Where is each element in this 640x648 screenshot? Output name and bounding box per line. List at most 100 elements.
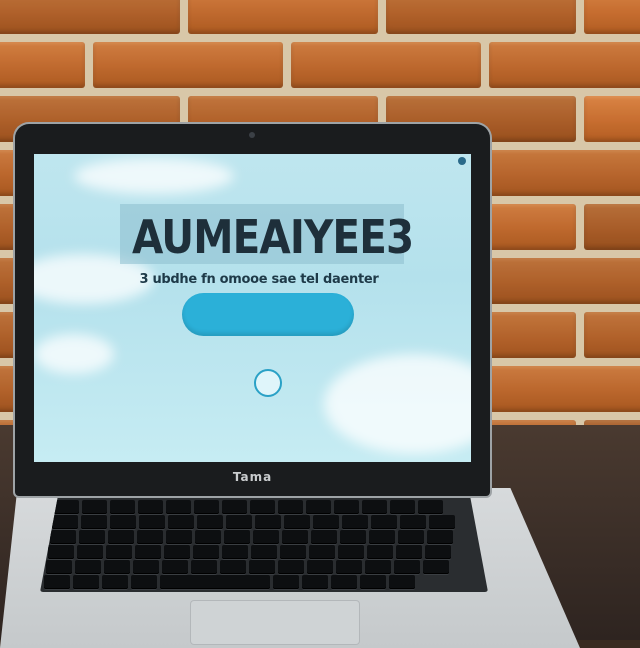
keyboard-key[interactable]	[250, 500, 275, 514]
keyboard-key[interactable]	[398, 530, 424, 544]
keyboard-key[interactable]	[197, 515, 223, 529]
keyboard-key[interactable]	[226, 515, 252, 529]
keyboard-key[interactable]	[284, 515, 310, 529]
keyboard-key[interactable]	[102, 575, 128, 589]
keyboard-key[interactable]	[255, 515, 281, 529]
keyboard-key[interactable]	[360, 575, 386, 589]
profile-icon[interactable]	[458, 157, 466, 165]
keyboard-key[interactable]	[390, 500, 415, 514]
keyboard-key[interactable]	[253, 530, 279, 544]
keyboard-key[interactable]	[162, 560, 188, 574]
brick	[584, 96, 640, 142]
keyboard-key[interactable]	[75, 560, 101, 574]
keyboard-key[interactable]	[389, 575, 415, 589]
keyboard-key[interactable]	[429, 515, 455, 529]
brick	[291, 42, 481, 88]
keyboard-key[interactable]	[340, 530, 366, 544]
keyboard-key[interactable]	[251, 545, 277, 559]
keyboard-key[interactable]	[309, 545, 335, 559]
keyboard-key[interactable]	[362, 500, 387, 514]
brick	[584, 0, 640, 34]
keyboard-key[interactable]	[220, 560, 246, 574]
keyboard-key[interactable]	[273, 575, 299, 589]
keyboard-key[interactable]	[280, 545, 306, 559]
keyboard-key[interactable]	[249, 560, 275, 574]
keyboard-key[interactable]	[77, 545, 103, 559]
brand-label: Tama	[15, 470, 490, 484]
keyboard-key[interactable]	[139, 515, 165, 529]
keyboard-key[interactable]	[133, 560, 159, 574]
keyboard-key[interactable]	[160, 575, 270, 589]
keyboard-key[interactable]	[278, 560, 304, 574]
keyboard-key[interactable]	[396, 545, 422, 559]
keyboard-key[interactable]	[224, 530, 250, 544]
brick	[386, 0, 576, 34]
keyboard-key[interactable]	[394, 560, 420, 574]
laptop-lid: AUMEAIYEE3 3 ubdhe fn omooe sae tel daen…	[15, 124, 490, 496]
keyboard-key[interactable]	[371, 515, 397, 529]
keyboard-key[interactable]	[82, 500, 107, 514]
laptop-screen: AUMEAIYEE3 3 ubdhe fn omooe sae tel daen…	[34, 154, 471, 462]
keyboard-key[interactable]	[307, 560, 333, 574]
keyboard-key[interactable]	[191, 560, 217, 574]
keyboard-key[interactable]	[336, 560, 362, 574]
keyboard-key[interactable]	[423, 560, 449, 574]
keyboard-key[interactable]	[194, 500, 219, 514]
brick	[0, 0, 180, 34]
brick	[93, 42, 283, 88]
keyboard-key[interactable]	[334, 500, 359, 514]
brick	[584, 312, 640, 358]
keyboard-key[interactable]	[425, 545, 451, 559]
keyboard-key[interactable]	[73, 575, 99, 589]
keyboard-key[interactable]	[195, 530, 221, 544]
keyboard-key[interactable]	[137, 530, 163, 544]
brick	[489, 150, 640, 196]
keyboard-key[interactable]	[106, 545, 132, 559]
keyboard-key[interactable]	[131, 575, 157, 589]
keyboard-key[interactable]	[369, 530, 395, 544]
keyboard-key[interactable]	[193, 545, 219, 559]
keyboard-key[interactable]	[302, 575, 328, 589]
keyboard-key[interactable]	[50, 530, 76, 544]
keyboard-key[interactable]	[342, 515, 368, 529]
keyboard-key[interactable]	[282, 530, 308, 544]
brick	[489, 366, 640, 412]
keyboard-key[interactable]	[306, 500, 331, 514]
keyboard-key[interactable]	[79, 530, 105, 544]
keyboard-key[interactable]	[108, 530, 134, 544]
keyboard-key[interactable]	[44, 575, 70, 589]
keyboard-key[interactable]	[166, 500, 191, 514]
keyboard-key[interactable]	[46, 560, 72, 574]
keyboard-key[interactable]	[54, 500, 79, 514]
keyboard-key[interactable]	[311, 530, 337, 544]
keyboard-key[interactable]	[104, 560, 130, 574]
keyboard-key[interactable]	[222, 500, 247, 514]
keyboard-key[interactable]	[418, 500, 443, 514]
keyboard-key[interactable]	[338, 545, 364, 559]
keyboard-key[interactable]	[48, 545, 74, 559]
keyboard-key[interactable]	[138, 500, 163, 514]
keyboard-key[interactable]	[168, 515, 194, 529]
keyboard-key[interactable]	[331, 575, 357, 589]
hero-subtitle: 3 ubdhe fn omooe sae tel daenter	[124, 272, 394, 287]
keyboard-key[interactable]	[313, 515, 339, 529]
cta-button[interactable]	[182, 293, 354, 336]
keyboard-key[interactable]	[81, 515, 107, 529]
keyboard-key[interactable]	[52, 515, 78, 529]
keyboard-key[interactable]	[367, 545, 393, 559]
round-button[interactable]	[254, 369, 282, 397]
keyboard-key[interactable]	[365, 560, 391, 574]
keyboard-key[interactable]	[110, 500, 135, 514]
keyboard-key[interactable]	[400, 515, 426, 529]
keyboard-key[interactable]	[110, 515, 136, 529]
keyboard-key[interactable]	[278, 500, 303, 514]
keyboard-key[interactable]	[166, 530, 192, 544]
keyboard-key[interactable]	[135, 545, 161, 559]
keyboard-key[interactable]	[222, 545, 248, 559]
keyboard-key[interactable]	[164, 545, 190, 559]
keyboard-key[interactable]	[427, 530, 453, 544]
keyboard	[40, 496, 488, 592]
trackpad[interactable]	[190, 600, 360, 645]
brick	[584, 204, 640, 250]
brick	[188, 0, 378, 34]
